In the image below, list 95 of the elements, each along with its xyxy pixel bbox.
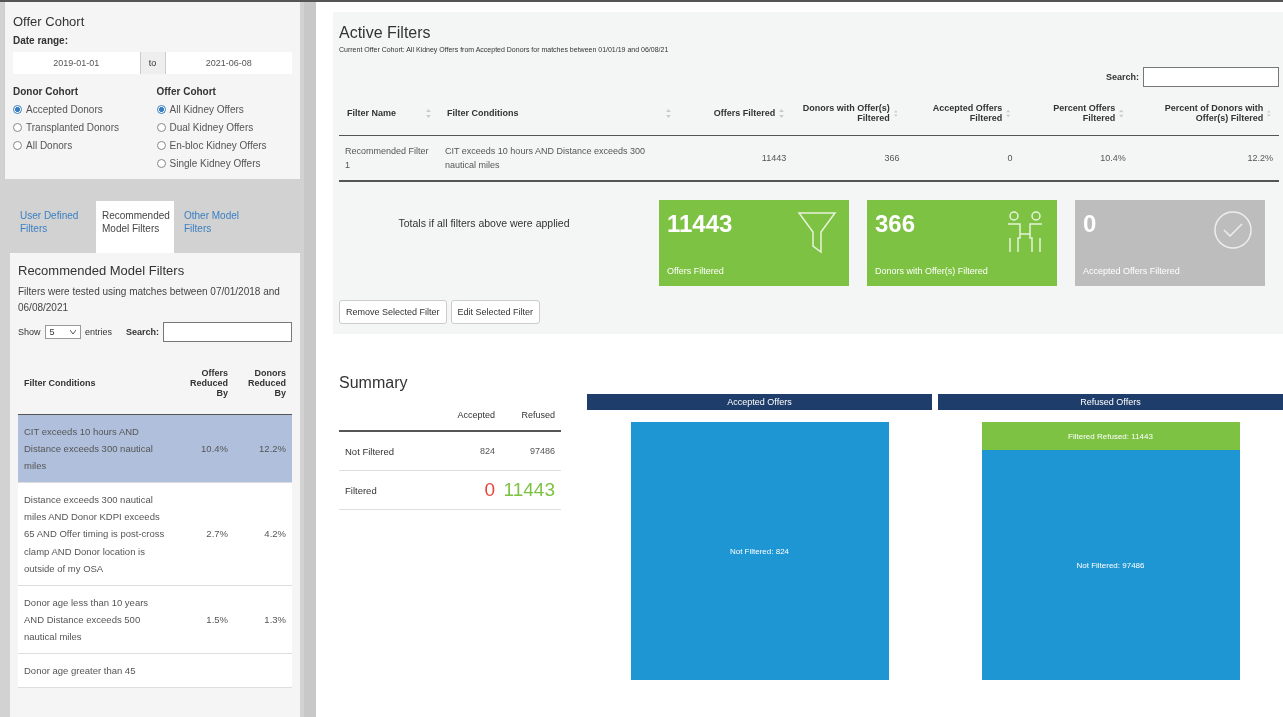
column-header: Refused <box>520 410 556 420</box>
stat-value: 366 <box>875 210 916 238</box>
entries-select[interactable]: 5 <box>44 325 82 339</box>
column-header[interactable]: Donors with Offer(s) Filtered <box>800 103 890 123</box>
radio-button[interactable] <box>156 159 166 168</box>
search-label: Search: <box>1105 72 1139 82</box>
search-field[interactable] <box>1143 67 1279 87</box>
stat-label: Donors with Offer(s) Filtered <box>875 266 989 276</box>
table-cell-text: 12.2% <box>1246 151 1274 165</box>
stat-label: Accepted Offers Filtered <box>1083 266 1181 276</box>
cohort-label: Offer Cohort <box>156 86 217 97</box>
table-cell-text: 11443 <box>760 151 788 165</box>
table-cell-text: Recommended Filter 1 <box>344 144 430 172</box>
column-header[interactable]: Donors Reduced By <box>234 368 292 398</box>
row-label: Not Filtered <box>344 445 396 457</box>
treemap-block: Not Filtered: 824 <box>630 422 889 680</box>
action-button[interactable]: Remove Selected Filter <box>339 300 447 324</box>
cohort-label: Donor Cohort <box>13 86 79 97</box>
table-cell-text: 0 <box>483 479 496 501</box>
stat-value: 11443 <box>667 210 733 238</box>
date-range-label: Date range: <box>13 35 69 46</box>
action-button[interactable]: Edit Selected Filter <box>450 300 541 324</box>
end-date-field[interactable]: 2021-06-08 <box>165 52 292 74</box>
table-cell-text: 12.2% <box>258 442 287 457</box>
section-title: Summary <box>339 374 409 392</box>
search-field[interactable] <box>163 322 292 342</box>
table-row[interactable]: Distance exceeds 300 nautical miles AND Donor KDPI exceeds 65 AND Offer timing is post-cross clamp AND Donor location is outside of my OSA 2.7% 4.2% <box>18 483 292 586</box>
tab[interactable]: Recommended Model Filters <box>96 201 174 253</box>
sort-icon[interactable] <box>426 108 431 118</box>
row-label: Filtered <box>344 484 378 496</box>
table-cell-text: 1.5% <box>205 612 229 627</box>
sort-icon[interactable] <box>779 108 785 118</box>
table-cell-text: CIT exceeds 10 hours AND Distance exceeds 300 nautical miles <box>444 144 646 172</box>
column-header[interactable]: Filter Conditions <box>447 108 519 118</box>
radio-button[interactable] <box>13 105 22 114</box>
start-date-field[interactable]: 2019-01-01 <box>13 52 140 74</box>
column-header[interactable]: Percent of Donors with Offer(s) Filtered <box>1139 103 1264 123</box>
table-cell-text: 97486 <box>528 446 556 456</box>
entries-label: entries <box>85 327 113 337</box>
table-cell-text: 1.3% <box>263 612 287 627</box>
radio-button[interactable] <box>156 105 166 114</box>
table-cell-text: 11443 <box>502 479 556 501</box>
totals-label: Totals if all filters above were applied <box>397 217 571 229</box>
column-header[interactable]: Percent Offers Filtered <box>1026 103 1116 123</box>
radio-button[interactable] <box>156 141 166 150</box>
table-cell-text: 10.4% <box>200 442 229 457</box>
column-header[interactable]: Offers Reduced By <box>172 368 234 398</box>
table-row[interactable]: Donor age less than 10 years AND Distance exceeds 500 nautical miles 1.5% 1.3% <box>18 585 292 655</box>
table-cell-text: 10.4% <box>1099 151 1127 165</box>
table-cell-text: 0 <box>1006 151 1014 165</box>
table-cell-text: Distance exceeds 300 nautical miles AND Donor KDPI exceeds 65 AND Offer timing is post-cross clamp AND Donor location is outside of my OSA <box>23 493 166 576</box>
column-header[interactable]: Accepted Offers Filtered <box>913 103 1003 123</box>
table-row[interactable]: CIT exceeds 10 hours AND Distance exceeds 300 nautical miles 10.4% 12.2% <box>18 415 292 484</box>
radio-label: Accepted Donors <box>26 104 103 115</box>
caret-icon <box>70 330 77 334</box>
table-cell-text: 824 <box>478 446 496 456</box>
table-cell-text: 366 <box>883 151 901 165</box>
sort-icon[interactable] <box>1006 108 1011 118</box>
table-row[interactable]: Donor age greater than 45 <box>18 654 292 689</box>
table-cell-text: CIT exceeds 10 hours AND Distance exceeds 300 nautical miles <box>23 425 154 474</box>
date-separator: to <box>139 52 166 74</box>
panel-title: Recommended Model Filters <box>18 263 186 278</box>
radio-label: All Kidney Offers <box>169 104 244 115</box>
check-circle-icon <box>1213 210 1253 250</box>
table-cell-text: Donor age less than 10 years AND Distance exceeds 500 nautical miles <box>23 595 150 644</box>
treemap-block: Not Filtered: 97486 <box>981 450 1240 680</box>
panel-note: Filters were tested using matches between 07/01/2018 and 06/08/2021 <box>18 285 281 315</box>
sort-icon[interactable] <box>893 108 898 118</box>
stat-label: Offers Filtered <box>667 266 725 276</box>
column-header[interactable]: Filter Conditions <box>18 378 172 388</box>
table-cell-text: 4.2% <box>263 527 287 542</box>
chart-title: Refused Offers <box>938 394 1283 410</box>
section-title: Active Filters <box>339 24 432 42</box>
table-cell-text: 2.7% <box>205 527 229 542</box>
column-header: Accepted <box>456 410 496 420</box>
radio-button[interactable] <box>13 141 22 150</box>
stat-value: 0 <box>1083 210 1097 238</box>
radio-label: En-bloc Kidney Offers <box>169 140 267 151</box>
column-header[interactable]: Filter Name <box>347 108 397 118</box>
radio-button[interactable] <box>156 123 166 132</box>
show-label: Show <box>18 327 41 337</box>
treemap-block: Filtered Refused: 11443 <box>981 422 1240 450</box>
sort-icon[interactable] <box>1119 108 1124 118</box>
radio-label: Dual Kidney Offers <box>169 122 254 133</box>
radio-button[interactable] <box>13 123 22 132</box>
sort-icon[interactable] <box>666 108 671 118</box>
radio-label: Single Kidney Offers <box>169 158 261 169</box>
search-label: Search: <box>126 327 160 337</box>
funnel-icon <box>797 210 837 256</box>
table-cell-text: Donor age greater than 45 <box>23 664 137 679</box>
column-header[interactable]: Offers Filtered <box>713 108 776 118</box>
chart-title: Accepted Offers <box>587 394 932 410</box>
radio-label: Transplanted Donors <box>26 122 119 133</box>
radio-label: All Donors <box>26 140 73 151</box>
panel-title: Offer Cohort <box>13 14 86 29</box>
